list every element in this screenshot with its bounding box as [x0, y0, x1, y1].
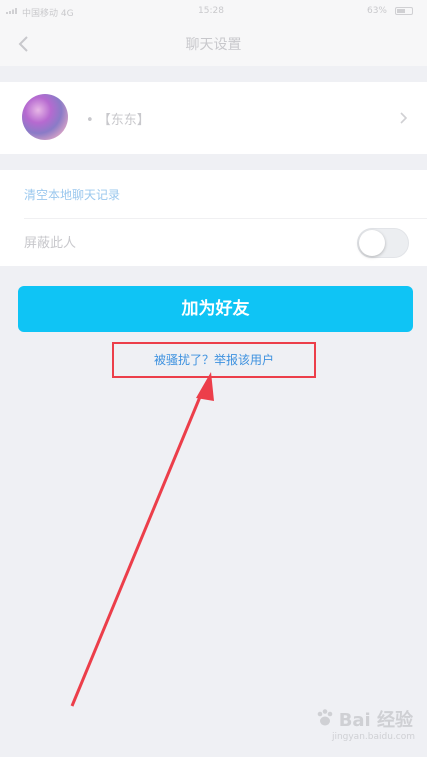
divider: [24, 218, 427, 219]
clock: 15:28: [198, 6, 224, 16]
add-friend-button[interactable]: 加为好友: [18, 286, 413, 332]
battery-percent: 63%: [366, 6, 387, 16]
settings-group: 清空本地聊天记录 屏蔽此人: [0, 170, 427, 266]
avatar[interactable]: [22, 94, 68, 140]
clear-history-link[interactable]: 清空本地聊天记录: [24, 186, 120, 203]
block-user-toggle[interactable]: [357, 228, 409, 258]
profile-card[interactable]: • 【东东】: [0, 82, 427, 154]
watermark-url: jingyan.baidu.com: [331, 732, 415, 742]
nav-bar: 聊天设置: [0, 22, 427, 66]
battery-icon: [395, 7, 413, 15]
carrier-label: 中国移动 4G: [22, 9, 74, 19]
nickname: • 【东东】: [86, 113, 150, 128]
status-bar: 中国移动 4G 15:28 63%: [0, 0, 427, 22]
chevron-right-icon: [400, 112, 408, 124]
report-user-link[interactable]: 被骚扰了？举报该用户: [112, 342, 316, 378]
page-title: 聊天设置: [185, 37, 242, 53]
signal-icon: [6, 8, 17, 14]
toggle-knob: [359, 230, 385, 256]
block-user-label: 屏蔽此人: [24, 236, 77, 251]
watermark-brand: Bai 经验: [338, 710, 413, 731]
paw-logo-icon: [317, 709, 333, 726]
watermark: Bai 经验 jingyan.baidu.com: [277, 706, 417, 746]
